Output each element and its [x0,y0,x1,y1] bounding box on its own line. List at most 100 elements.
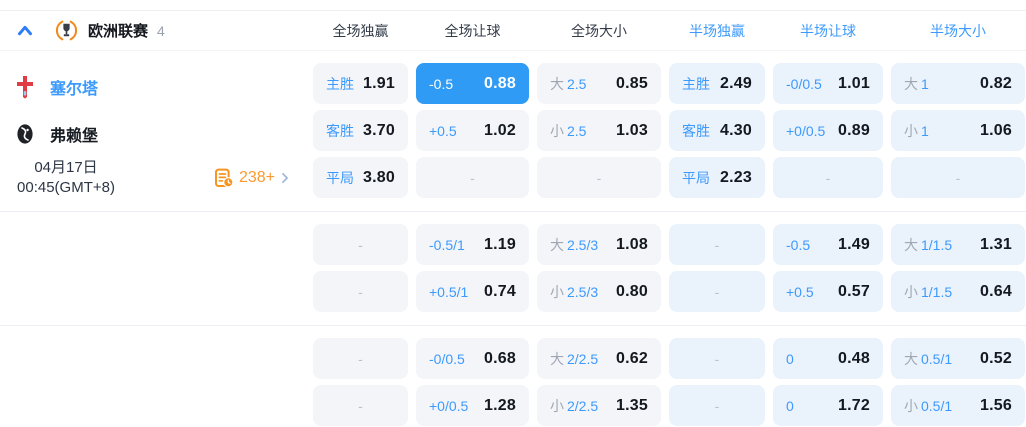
odds-label: 主胜 [682,75,710,92]
odds-value: 1.08 [616,235,648,253]
odds-group-3: - -0/0.5 0.68 大 2/2.5 0.62-0 0.48 大 0.5/1 0.52- +0… [0,325,1026,427]
odds-value: 0.64 [980,282,1012,300]
odds-label: 大 2.5/3 [550,236,599,253]
odds-value: 1.35 [616,396,648,414]
odds-cell-empty: - [891,157,1025,198]
column-header-5: 半场让球 [800,22,856,39]
odds-cell[interactable]: 小 2.5 1.03 [537,110,661,151]
odds-cell[interactable]: 客胜 3.70 [313,110,408,151]
league-title: 欧洲联赛 [88,23,149,40]
league-header-left: 欧洲联赛 4 [0,18,305,44]
odds-cell[interactable]: 大 2/2.5 0.62 [537,338,661,379]
odds-value: 0.52 [980,349,1012,367]
match-info-row: 04月17日 00:45(GMT+8) 238+ [0,157,305,198]
odds-label: 小 2.5 [550,122,587,139]
odds-cell[interactable]: +0.5 1.02 [416,110,529,151]
no-odds-dash: - [714,397,720,414]
odds-cell-empty: - [313,224,408,265]
odds-cell[interactable]: -0.5/1 1.19 [416,224,529,265]
odds-value: 0.89 [838,121,870,139]
home-team-name: 塞尔塔 [50,80,99,98]
odds-value: 1.03 [616,121,648,139]
odds-value: 3.80 [363,168,395,186]
kickoff-date: 04月17日 [34,158,98,176]
odds-label: -0.5/1 [429,236,465,253]
odds-cell[interactable]: 平局 3.80 [313,157,408,198]
no-odds-dash: - [358,283,363,300]
odds-cell[interactable]: 小 0.5/1 1.56 [891,385,1025,426]
odds-value: 0.85 [616,74,648,92]
odds-value: 2.49 [720,74,752,92]
odds-label: 小 2/2.5 [550,397,599,414]
odds-cell[interactable]: -0/0.5 1.01 [773,63,883,104]
over-under-prefix: 大 [904,350,918,367]
odds-cell[interactable]: 主胜 1.91 [313,63,408,104]
odds-cell-empty: - [537,157,661,198]
odds-cell[interactable]: -0.5 1.49 [773,224,883,265]
odds-cell[interactable]: 0 0.48 [773,338,883,379]
odds-value: 1.19 [484,235,516,253]
odds-cell-empty: - [416,157,529,198]
column-header-4: 半场独赢 [689,22,745,39]
no-odds-dash: - [714,236,720,253]
odds-cell[interactable]: +0/0.5 0.89 [773,110,883,151]
collapse-league-button[interactable] [12,18,38,44]
odds-value: 1.02 [484,121,516,139]
odds-cell[interactable]: 小 1/1.5 0.64 [891,271,1025,312]
match-info-spacer [0,338,305,426]
odds-cell[interactable]: 小 2/2.5 1.35 [537,385,661,426]
odds-label: 主胜 [326,75,354,92]
over-under-prefix: 小 [550,397,564,414]
odds-cell[interactable]: +0.5 0.57 [773,271,883,312]
odds-value: 0.68 [484,349,516,367]
odds-cell[interactable]: 大 1/1.5 1.31 [891,224,1025,265]
odds-cell[interactable]: 0 1.72 [773,385,883,426]
no-odds-dash: - [358,397,363,414]
odds-cell[interactable]: 平局 2.23 [669,157,765,198]
more-markets-link[interactable]: 238+ [214,168,292,188]
odds-label: 大 1/1.5 [904,236,953,253]
over-under-prefix: 大 [904,236,918,253]
odds-cell[interactable]: 大 0.5/1 0.52 [891,338,1025,379]
odds-cell-empty: - [669,224,765,265]
column-header-6: 半场大小 [930,22,986,39]
odds-cell[interactable]: 大 2.5/3 1.08 [537,224,661,265]
markets-count: 238+ [238,168,275,186]
odds-label: +0/0.5 [786,122,826,139]
odds-cell[interactable]: +0/0.5 1.28 [416,385,529,426]
odds-cell[interactable]: -0/0.5 0.68 [416,338,529,379]
odds-value: 1.91 [363,74,395,92]
no-odds-dash: - [358,350,363,367]
over-under-prefix: 小 [550,283,564,300]
odds-value: 3.70 [363,121,395,139]
odds-label: 客胜 [682,122,710,139]
odds-label: 小 0.5/1 [904,397,953,414]
betting-page: 欧洲联赛 4 全场独赢 全场让球 全场大小 半场独赢 半场让球 半场大小 塞尔塔 [0,0,1026,427]
odds-table: 塞尔塔 弗赖堡 04月17日 00:45(GMT+8) 238+ 主胜 1.91… [0,51,1026,427]
league-header: 欧洲联赛 4 全场独赢 全场让球 全场大小 半场独赢 半场让球 半场大小 [0,11,1026,51]
odds-value: 4.30 [720,121,752,139]
odds-cell[interactable]: 大 2.5 0.85 [537,63,661,104]
odds-cell[interactable]: 大 1 0.82 [891,63,1025,104]
odds-value: 1.28 [484,396,516,414]
odds-cell[interactable]: 小 2.5/3 0.80 [537,271,661,312]
odds-label: -0.5 [429,75,454,92]
odds-cell[interactable]: +0.5/1 0.74 [416,271,529,312]
odds-value: 0.74 [484,282,516,300]
odds-label: 0 [786,350,794,367]
odds-label: +0.5/1 [429,283,469,300]
odds-cell-empty: - [313,338,408,379]
odds-cell-empty: - [669,385,765,426]
odds-cell-empty: - [669,338,765,379]
odds-value: 0.88 [484,74,516,92]
odds-cell[interactable]: 客胜 4.30 [669,110,765,151]
kickoff-time: 04月17日 00:45(GMT+8) [0,158,132,198]
odds-group-2: - -0.5/1 1.19 大 2.5/3 1.08 - -0.5 1.49 大 1/1.5 1.31… [0,211,1026,325]
odds-value: 1.72 [838,396,870,414]
away-team-name: 弗赖堡 [50,127,99,145]
odds-cell[interactable]: 主胜 2.49 [669,63,765,104]
over-under-prefix: 大 [550,350,564,367]
odds-cell[interactable]: 小 1 1.06 [891,110,1025,151]
odds-cell[interactable]: -0.5 0.88 [416,63,529,104]
home-team-crest-icon [13,74,37,100]
